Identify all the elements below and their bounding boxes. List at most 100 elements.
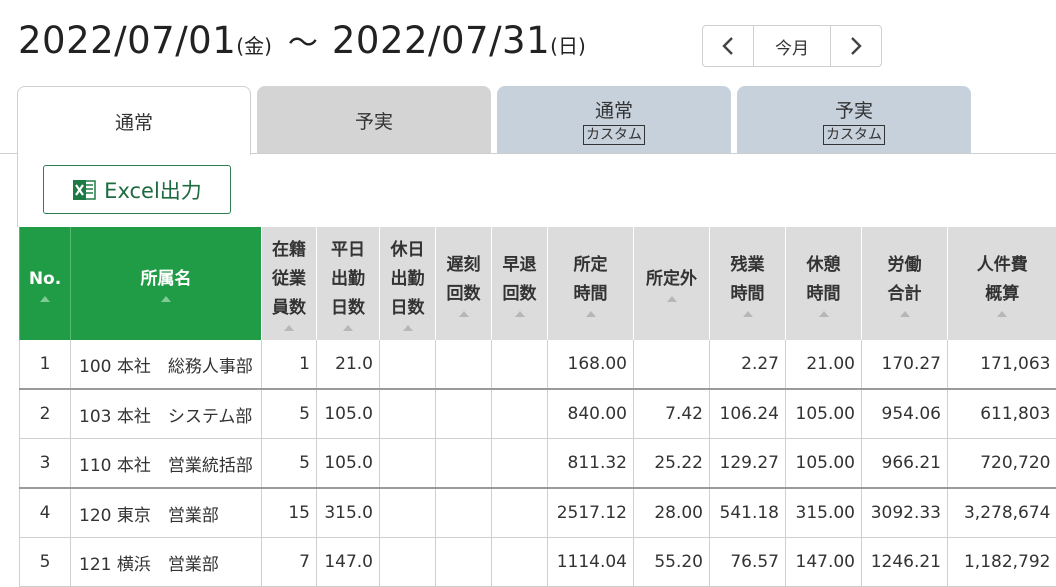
cell-weekday-days: 315.0	[317, 488, 380, 538]
cell-weekday-days: 105.0	[317, 389, 380, 439]
sort-arrow-icon[interactable]	[586, 311, 596, 317]
excel-icon	[72, 179, 96, 201]
cell-late-count	[436, 340, 492, 389]
sort-arrow-icon[interactable]	[667, 296, 677, 302]
column-header-non-scheduled[interactable]: 所定外	[634, 227, 710, 340]
column-header-text: 遅刻	[436, 251, 491, 280]
table-row[interactable]: 4120 東京 営業部15315.02517.1228.00541.18315.…	[20, 488, 1056, 538]
column-header-text: 回数	[436, 280, 491, 309]
column-header-weekday-days[interactable]: 平日出勤日数	[317, 227, 380, 340]
table-body: 1100 本社 総務人事部121.0168.002.2721.00170.271…	[20, 340, 1056, 587]
cell-early-leave-count	[492, 340, 548, 389]
table-row[interactable]: 1100 本社 総務人事部121.0168.002.2721.00170.271…	[20, 340, 1056, 389]
cell-no: 4	[20, 488, 71, 538]
sort-arrow-icon[interactable]	[161, 296, 171, 302]
cell-late-count	[436, 538, 492, 587]
end-date: 2022/07/31	[332, 19, 550, 62]
excel-export-button[interactable]: Excel出力	[43, 165, 231, 214]
range-separator: ～	[288, 26, 318, 61]
tab-budget-actual-custom[interactable]: 予実 カスタム	[737, 86, 971, 153]
cell-early-leave-count	[492, 389, 548, 439]
tab-budget-actual[interactable]: 予実	[257, 86, 491, 153]
sort-arrow-icon[interactable]	[284, 325, 294, 331]
column-header-break-hours[interactable]: 休憩時間	[786, 227, 862, 340]
column-header-text: No.	[20, 265, 70, 294]
cell-break-hours: 105.00	[786, 439, 862, 489]
cell-late-count	[436, 439, 492, 489]
cell-employees: 7	[262, 538, 317, 587]
column-header-overtime-hours[interactable]: 残業時間	[710, 227, 786, 340]
sort-arrow-icon[interactable]	[343, 325, 353, 331]
cell-overtime-hours: 541.18	[710, 488, 786, 538]
cell-department: 110 本社 営業統括部	[71, 439, 262, 489]
cell-weekday-days: 147.0	[317, 538, 380, 587]
tab-label: 通常	[595, 96, 633, 123]
cell-overtime-hours: 76.57	[710, 538, 786, 587]
column-header-text: 従業	[262, 265, 316, 294]
sort-arrow-icon[interactable]	[515, 311, 525, 317]
cell-overtime-hours: 129.27	[710, 439, 786, 489]
column-header-late-count[interactable]: 遅刻回数	[436, 227, 492, 340]
date-range: 2022/07/01(金)～2022/07/31(日)	[18, 18, 586, 66]
table-row[interactable]: 2103 本社 システム部5105.0840.007.42106.24105.0…	[20, 389, 1056, 439]
sort-arrow-icon[interactable]	[459, 311, 469, 317]
cell-scheduled-hours: 168.00	[548, 340, 634, 389]
column-header-text: 平日	[317, 236, 379, 265]
column-header-text: 残業	[710, 251, 785, 280]
cell-scheduled-hours: 811.32	[548, 439, 634, 489]
column-header-department[interactable]: 所属名	[71, 227, 262, 340]
column-header-text: 早退	[492, 251, 547, 280]
column-header-text: 休日	[380, 236, 435, 265]
current-month-button[interactable]: 今月	[754, 26, 830, 66]
cell-department: 100 本社 総務人事部	[71, 340, 262, 389]
sort-arrow-icon[interactable]	[819, 311, 829, 317]
sort-arrow-icon[interactable]	[997, 311, 1007, 317]
cell-no: 3	[20, 439, 71, 489]
table-row[interactable]: 5121 横浜 営業部7147.01114.0455.2076.57147.00…	[20, 538, 1056, 587]
cell-department: 120 東京 営業部	[71, 488, 262, 538]
tab-normal[interactable]: 通常	[17, 86, 251, 155]
column-header-text: 日数	[317, 294, 379, 323]
column-header-text: 出勤	[380, 265, 435, 294]
column-header-no[interactable]: No.	[20, 227, 71, 340]
next-month-button[interactable]	[830, 26, 881, 66]
column-header-scheduled-hours[interactable]: 所定時間	[548, 227, 634, 340]
cell-labor-cost: 611,803	[948, 389, 1056, 439]
cell-non-scheduled	[634, 340, 710, 389]
cell-break-hours: 105.00	[786, 389, 862, 439]
sort-arrow-icon[interactable]	[403, 325, 413, 331]
cell-late-count	[436, 389, 492, 439]
cell-no: 2	[20, 389, 71, 439]
start-day-of-week: (金)	[236, 34, 272, 58]
column-header-employees[interactable]: 在籍従業員数	[262, 227, 317, 340]
column-header-labor-cost[interactable]: 人件費概算	[948, 227, 1056, 340]
sort-arrow-icon[interactable]	[900, 311, 910, 317]
table-row[interactable]: 3110 本社 営業統括部5105.0811.3225.22129.27105.…	[20, 439, 1056, 489]
cell-holiday-days	[380, 389, 436, 439]
custom-badge: カスタム	[823, 125, 885, 145]
cell-labor-cost: 720,720	[948, 439, 1056, 489]
custom-badge: カスタム	[583, 125, 645, 145]
cell-break-hours: 147.00	[786, 538, 862, 587]
cell-employees: 5	[262, 389, 317, 439]
column-header-early-leave-count[interactable]: 早退回数	[492, 227, 548, 340]
tab-label: 通常	[115, 108, 153, 135]
sort-arrow-icon[interactable]	[743, 311, 753, 317]
tab-label: 予実	[835, 96, 873, 123]
cell-weekday-days: 21.0	[317, 340, 380, 389]
previous-month-button[interactable]	[703, 26, 754, 66]
content-border	[17, 153, 18, 227]
sort-arrow-icon[interactable]	[40, 296, 50, 302]
cell-employees: 15	[262, 488, 317, 538]
tab-normal-custom[interactable]: 通常 カスタム	[497, 86, 731, 153]
cell-overtime-hours: 2.27	[710, 340, 786, 389]
column-header-text: 合計	[862, 280, 947, 309]
cell-early-leave-count	[492, 538, 548, 587]
cell-department: 103 本社 システム部	[71, 389, 262, 439]
column-header-holiday-days[interactable]: 休日出勤日数	[380, 227, 436, 340]
table-header-row: No.所属名在籍従業員数平日出勤日数休日出勤日数遅刻回数早退回数所定時間所定外残…	[20, 227, 1056, 340]
column-header-text: 在籍	[262, 236, 316, 265]
column-header-total-hours[interactable]: 労働合計	[862, 227, 948, 340]
chevron-left-icon	[722, 36, 734, 56]
column-header-text: 人件費	[948, 251, 1056, 280]
